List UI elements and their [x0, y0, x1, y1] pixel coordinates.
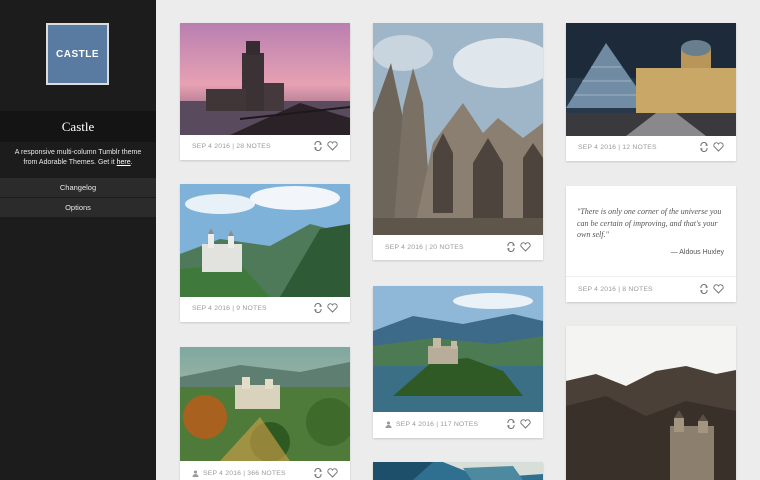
photo-post: SEP 4 2016 | 28 NOTES	[180, 23, 350, 160]
post-actions	[699, 284, 724, 294]
heart-icon[interactable]	[327, 141, 338, 151]
quote-post: "There is only one corner of the univers…	[566, 186, 736, 302]
post-meta[interactable]: SEP 4 2016 | 366 NOTES	[192, 470, 286, 477]
post-meta[interactable]: SEP 4 2016 | 20 NOTES	[385, 244, 464, 251]
post-photo[interactable]	[373, 462, 543, 480]
heart-icon[interactable]	[713, 284, 724, 294]
post-meta[interactable]: SEP 4 2016 | 9 NOTES	[192, 305, 267, 312]
post-photo[interactable]	[373, 23, 543, 235]
photo-post: SEP 4 2016 | 12 NOTES	[566, 23, 736, 161]
blog-title[interactable]: Castle	[62, 119, 95, 135]
post-actions	[699, 142, 724, 152]
photo-post: SEP 4 2016 | 117 NOTES	[373, 286, 543, 438]
post-meta[interactable]: SEP 4 2016 | 12 NOTES	[578, 144, 657, 151]
blog-logo[interactable]: CASTLE	[46, 23, 109, 85]
quote-text: "There is only one corner of the univers…	[577, 207, 722, 239]
heart-icon[interactable]	[713, 142, 724, 152]
post-actions	[313, 303, 338, 313]
heart-icon[interactable]	[520, 242, 531, 252]
blog-description: A responsive multi-column Tumblr theme f…	[8, 148, 148, 168]
post-photo[interactable]	[180, 23, 350, 135]
post-photo[interactable]	[373, 286, 543, 412]
photo-post: SEP 4 2016 | 366 NOTES	[180, 347, 350, 480]
reblog-icon[interactable]	[699, 284, 709, 294]
post-actions	[313, 141, 338, 151]
reblog-icon[interactable]	[699, 142, 709, 152]
post-actions	[506, 419, 531, 429]
logo-text: CASTLE	[56, 48, 99, 60]
nav-options[interactable]: Options	[0, 198, 156, 217]
reblog-icon[interactable]	[313, 141, 323, 151]
description-end: .	[130, 159, 133, 166]
heart-icon[interactable]	[327, 303, 338, 313]
post-photo[interactable]	[566, 23, 736, 136]
reblog-icon[interactable]	[506, 419, 516, 429]
post-photo[interactable]	[180, 347, 350, 461]
user-icon	[192, 470, 199, 477]
heart-icon[interactable]	[520, 419, 531, 429]
user-icon	[385, 421, 392, 428]
get-it-here-link[interactable]: here	[117, 159, 131, 166]
post-meta-text: SEP 4 2016 | 117 NOTES	[396, 421, 479, 428]
photo-post	[373, 462, 543, 480]
photo-post: SEP 4 2016 | 9 NOTES	[180, 184, 350, 322]
sidebar: CASTLE Castle A responsive multi-column …	[0, 0, 156, 480]
nav-changelog[interactable]: Changelog	[0, 178, 156, 197]
reblog-icon[interactable]	[313, 468, 323, 478]
post-meta[interactable]: SEP 4 2016 | 28 NOTES	[192, 143, 271, 150]
reblog-icon[interactable]	[313, 303, 323, 313]
post-meta[interactable]: SEP 4 2016 | 8 NOTES	[578, 286, 653, 293]
blog-title-bar: Castle	[0, 111, 156, 142]
post-photo[interactable]	[566, 326, 736, 480]
photo-post	[566, 326, 736, 480]
post-meta[interactable]: SEP 4 2016 | 117 NOTES	[385, 421, 478, 428]
post-actions	[506, 242, 531, 252]
reblog-icon[interactable]	[506, 242, 516, 252]
post-meta-text: SEP 4 2016 | 366 NOTES	[203, 470, 286, 477]
photo-post: SEP 4 2016 | 20 NOTES	[373, 23, 543, 260]
heart-icon[interactable]	[327, 468, 338, 478]
post-actions	[313, 468, 338, 478]
post-photo[interactable]	[180, 184, 350, 297]
quote-source: — Aldous Huxley	[670, 249, 724, 256]
divider	[566, 276, 736, 277]
